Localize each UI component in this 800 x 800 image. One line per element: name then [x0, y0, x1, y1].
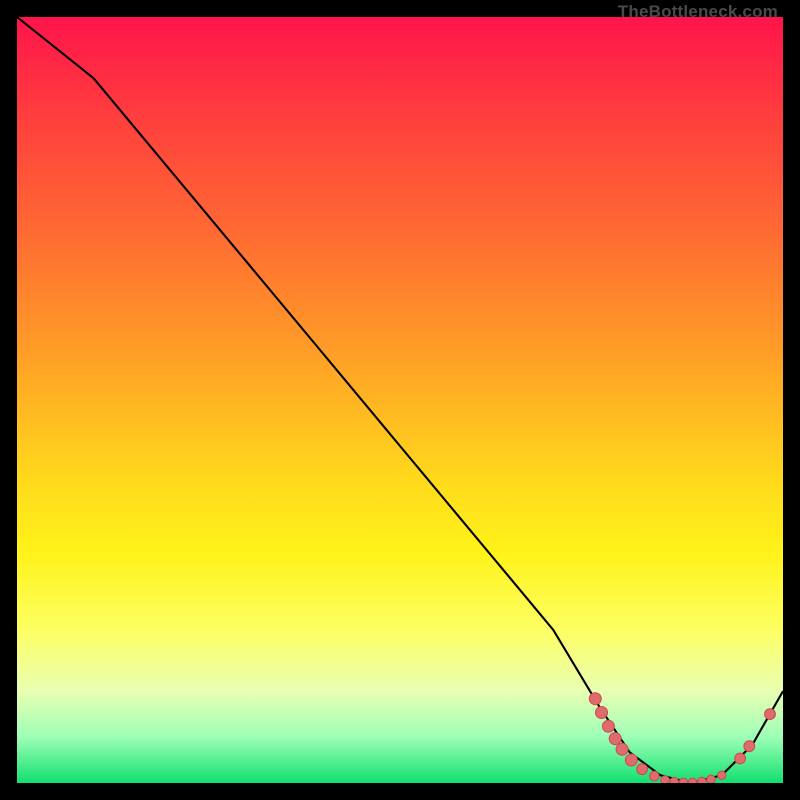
data-dot	[765, 709, 776, 720]
data-dot	[609, 733, 621, 745]
data-dots	[589, 693, 775, 783]
gradient-plot-area	[17, 17, 783, 783]
data-dot	[707, 775, 715, 783]
data-dot	[735, 753, 746, 764]
data-dot	[679, 778, 687, 783]
data-dot	[637, 764, 648, 775]
data-dot	[661, 776, 669, 783]
data-dot	[602, 720, 614, 732]
data-dot	[744, 741, 755, 752]
data-dot	[650, 771, 660, 781]
data-dot	[596, 707, 608, 719]
data-dot	[589, 693, 601, 705]
data-dot	[718, 771, 726, 779]
data-dot	[625, 754, 637, 766]
chart-stage: TheBottleneck.com	[0, 0, 800, 800]
watermark: TheBottleneck.com	[618, 2, 778, 22]
data-dot	[616, 743, 628, 755]
curve-layer	[17, 17, 783, 783]
data-dot	[670, 777, 678, 783]
data-dot	[698, 777, 706, 783]
bottleneck-curve	[17, 17, 783, 783]
data-dot	[688, 778, 696, 783]
